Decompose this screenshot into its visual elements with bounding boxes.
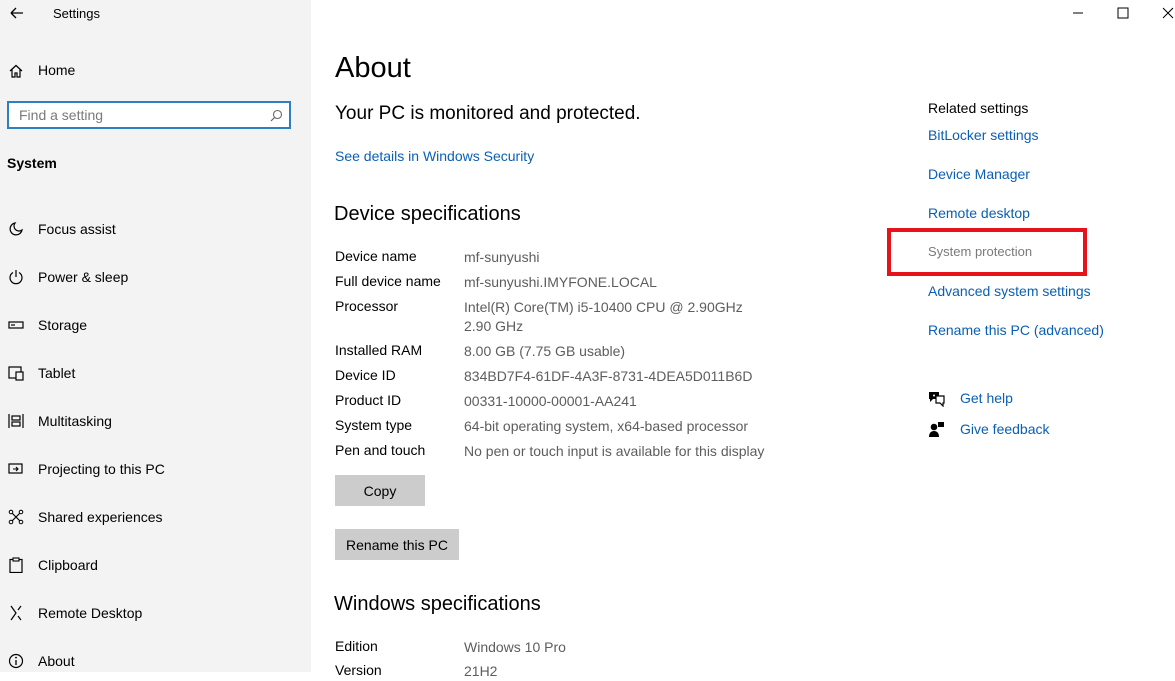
sidebar-item-remote-desktop[interactable]: Remote Desktop <box>0 593 311 633</box>
spec-key: Device ID <box>335 367 396 383</box>
spec-value: 00331-10000-00001-AA241 <box>464 393 637 409</box>
sidebar-item-projecting[interactable]: Projecting to this PC <box>0 449 311 489</box>
sidebar-item-focus-assist[interactable]: Focus assist <box>0 209 311 249</box>
remote-desktop-link[interactable]: Remote desktop <box>928 205 1030 221</box>
spec-key: Version <box>335 662 382 678</box>
sidebar-item-label: Focus assist <box>38 221 116 237</box>
clipboard-icon <box>8 557 24 573</box>
get-help-link[interactable]: Get help <box>960 390 1013 406</box>
minimize-icon[interactable] <box>1068 3 1088 23</box>
sidebar-item-label: Shared experiences <box>38 509 163 525</box>
highlight-box <box>887 228 1087 276</box>
storage-icon <box>8 317 24 333</box>
info-icon <box>8 653 24 669</box>
sidebar-item-label: Remote Desktop <box>38 605 143 621</box>
sidebar-item-label: About <box>38 653 75 669</box>
sidebar-item-label: Storage <box>38 317 88 333</box>
sidebar-item-label: Home <box>38 62 76 78</box>
bitlocker-settings-link[interactable]: BitLocker settings <box>928 127 1039 143</box>
sidebar-item-multitasking[interactable]: Multitasking <box>0 401 311 441</box>
copy-button[interactable]: Copy <box>335 475 425 506</box>
spec-value: Intel(R) Core(TM) i5-10400 CPU @ 2.90GHz… <box>464 299 755 334</box>
sidebar-item-label: Tablet <box>38 365 76 381</box>
spec-value: No pen or touch input is available for t… <box>464 443 765 459</box>
advanced-system-settings-link[interactable]: Advanced system settings <box>928 283 1091 299</box>
tablet-icon <box>8 365 24 381</box>
shared-icon <box>8 509 24 525</box>
sidebar-item-clipboard[interactable]: Clipboard <box>0 545 311 585</box>
close-icon[interactable] <box>1158 3 1175 23</box>
sidebar-item-shared-experiences[interactable]: Shared experiences <box>0 497 311 537</box>
windows-security-link[interactable]: See details in Windows Security <box>335 148 534 164</box>
sidebar-item-label: Power & sleep <box>38 269 129 285</box>
spec-key: Product ID <box>335 392 402 408</box>
search-box <box>7 101 291 129</box>
sidebar-item-power-sleep[interactable]: Power & sleep <box>0 257 311 297</box>
feedback-icon <box>928 421 945 438</box>
spec-value: mf-sunyushi <box>464 249 540 265</box>
sidebar-item-label: Clipboard <box>38 557 98 573</box>
moon-icon <box>8 221 24 237</box>
protection-status: Your PC is monitored and protected. <box>335 103 641 124</box>
give-feedback-link[interactable]: Give feedback <box>960 421 1050 437</box>
search-icon[interactable] <box>270 109 283 122</box>
windows-specs-heading: Windows specifications <box>334 593 541 615</box>
multitasking-icon <box>8 413 24 429</box>
rename-pc-advanced-link[interactable]: Rename this PC (advanced) <box>928 322 1104 338</box>
spec-value: Windows 10 Pro <box>464 639 566 655</box>
app-title: Settings <box>53 6 100 21</box>
power-icon <box>8 269 24 285</box>
sidebar-section-title: System <box>7 155 57 171</box>
device-manager-link[interactable]: Device Manager <box>928 166 1030 182</box>
help-chat-icon <box>928 390 945 408</box>
spec-key: Full device name <box>335 273 441 289</box>
maximize-icon[interactable] <box>1113 3 1133 23</box>
home-icon <box>8 63 24 79</box>
projecting-icon <box>8 461 24 477</box>
spec-key: Installed RAM <box>335 342 423 358</box>
spec-key: Pen and touch <box>335 442 426 458</box>
spec-key: Edition <box>335 638 378 654</box>
sidebar-item-tablet[interactable]: Tablet <box>0 353 311 393</box>
sidebar-item-about[interactable]: About <box>0 641 311 681</box>
device-specs-heading: Device specifications <box>334 203 521 225</box>
sidebar-item-storage[interactable]: Storage <box>0 305 311 345</box>
spec-key: Device name <box>335 248 417 264</box>
spec-key: System type <box>335 417 413 433</box>
spec-key: Processor <box>335 298 399 314</box>
spec-value: mf-sunyushi.IMYFONE.LOCAL <box>464 274 657 290</box>
back-arrow-icon[interactable] <box>8 4 26 22</box>
sidebar-item-home[interactable]: Home <box>8 60 75 82</box>
page-title: About <box>335 52 411 84</box>
search-input[interactable] <box>19 106 259 124</box>
spec-value: 64-bit operating system, x64-based proce… <box>464 418 749 434</box>
related-settings-title: Related settings <box>928 100 1029 116</box>
spec-value: 8.00 GB (7.75 GB usable) <box>464 343 626 359</box>
sidebar-item-label: Projecting to this PC <box>38 461 165 477</box>
remote-desktop-icon <box>8 605 24 621</box>
rename-pc-button[interactable]: Rename this PC <box>335 529 459 560</box>
sidebar-item-label: Multitasking <box>38 413 112 429</box>
spec-value: 834BD7F4-61DF-4A3F-8731-4DEA5D011B6D <box>464 368 753 384</box>
sidebar: Settings Home System Focus assist Power … <box>0 0 311 672</box>
